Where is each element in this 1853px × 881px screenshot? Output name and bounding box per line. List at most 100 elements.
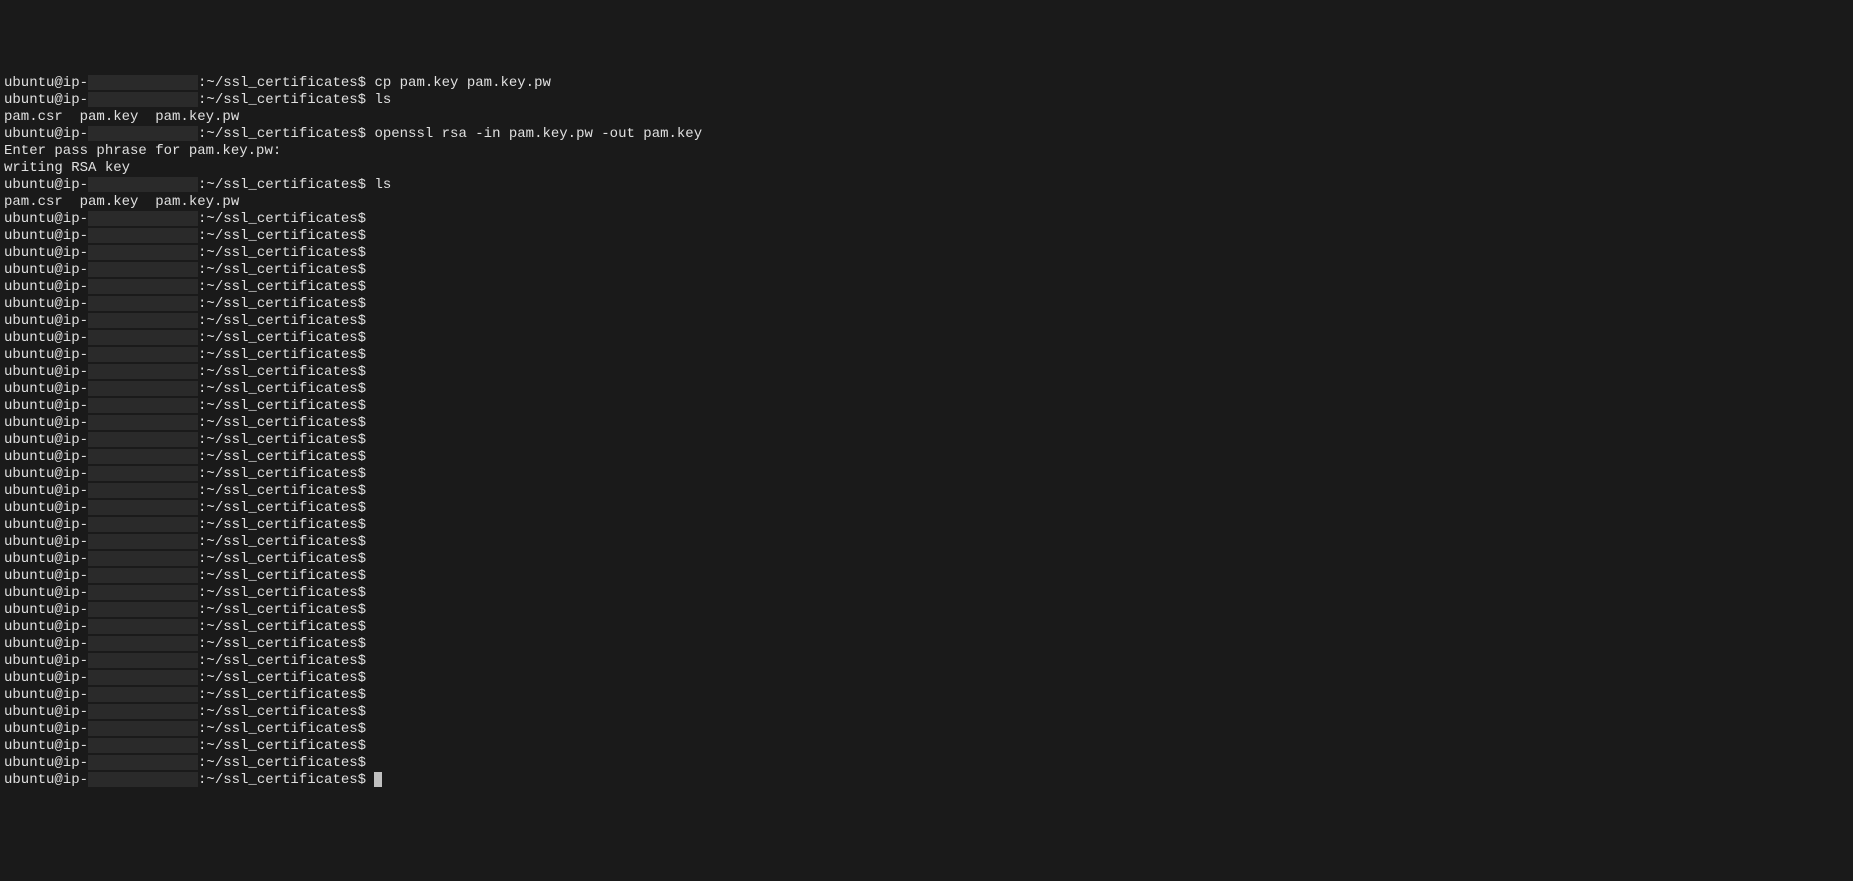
prompt-redacted-ip: [88, 517, 198, 532]
terminal-line: ubuntu@ip- :~/ssl_certificates$: [4, 653, 1849, 670]
prompt-redacted-ip: [88, 687, 198, 702]
prompt-redacted-ip: [88, 568, 198, 583]
terminal-line: ubuntu@ip- :~/ssl_certificates$: [4, 262, 1849, 279]
terminal-line: ubuntu@ip- :~/ssl_certificates$: [4, 704, 1849, 721]
terminal-line: ubuntu@ip- :~/ssl_certificates$ ls: [4, 92, 1849, 109]
prompt-user-host: ubuntu@ip-: [4, 738, 88, 754]
prompt-path: :~/ssl_certificates$: [198, 585, 366, 601]
terminal-line: ubuntu@ip- :~/ssl_certificates$: [4, 449, 1849, 466]
prompt-user-host: ubuntu@ip-: [4, 211, 88, 227]
prompt-user-host: ubuntu@ip-: [4, 245, 88, 261]
prompt-redacted-ip: [88, 228, 198, 243]
prompt-path: :~/ssl_certificates$: [198, 568, 366, 584]
prompt-user-host: ubuntu@ip-: [4, 517, 88, 533]
prompt-redacted-ip: [88, 704, 198, 719]
prompt-user-host: ubuntu@ip-: [4, 398, 88, 414]
prompt-redacted-ip: [88, 75, 198, 90]
terminal-line: ubuntu@ip- :~/ssl_certificates$: [4, 228, 1849, 245]
terminal-line: ubuntu@ip- :~/ssl_certificates$: [4, 313, 1849, 330]
prompt-redacted-ip: [88, 721, 198, 736]
prompt-path: :~/ssl_certificates$: [198, 330, 366, 346]
prompt-redacted-ip: [88, 653, 198, 668]
prompt-user-host: ubuntu@ip-: [4, 466, 88, 482]
prompt-redacted-ip: [88, 313, 198, 328]
terminal-line: pam.csr pam.key pam.key.pw: [4, 109, 1849, 126]
prompt-user-host: ubuntu@ip-: [4, 670, 88, 686]
prompt-path: :~/ssl_certificates$: [198, 364, 366, 380]
prompt-path: :~/ssl_certificates$: [198, 449, 366, 465]
prompt-path: :~/ssl_certificates$: [198, 126, 366, 142]
cursor: [374, 772, 382, 787]
prompt-user-host: ubuntu@ip-: [4, 432, 88, 448]
prompt-redacted-ip: [88, 279, 198, 294]
terminal-line: ubuntu@ip- :~/ssl_certificates$: [4, 398, 1849, 415]
terminal-line: ubuntu@ip- :~/ssl_certificates$: [4, 721, 1849, 738]
prompt-path: :~/ssl_certificates$: [198, 347, 366, 363]
terminal-line: ubuntu@ip- :~/ssl_certificates$: [4, 738, 1849, 755]
terminal-line: ubuntu@ip- :~/ssl_certificates$: [4, 432, 1849, 449]
terminal-line: ubuntu@ip- :~/ssl_certificates$: [4, 517, 1849, 534]
prompt-path: :~/ssl_certificates$: [198, 517, 366, 533]
output-text: pam.csr pam.key pam.key.pw: [4, 194, 239, 210]
prompt-path: :~/ssl_certificates$: [198, 772, 366, 788]
prompt-redacted-ip: [88, 466, 198, 481]
prompt-path: :~/ssl_certificates$: [198, 551, 366, 567]
prompt-redacted-ip: [88, 551, 198, 566]
prompt-user-host: ubuntu@ip-: [4, 381, 88, 397]
prompt-user-host: ubuntu@ip-: [4, 415, 88, 431]
terminal-line: ubuntu@ip- :~/ssl_certificates$: [4, 347, 1849, 364]
command-text: cp pam.key pam.key.pw: [366, 75, 551, 91]
command-text: ls: [366, 177, 391, 193]
prompt-path: :~/ssl_certificates$: [198, 415, 366, 431]
prompt-path: :~/ssl_certificates$: [198, 721, 366, 737]
prompt-path: :~/ssl_certificates$: [198, 228, 366, 244]
prompt-redacted-ip: [88, 126, 198, 141]
prompt-path: :~/ssl_certificates$: [198, 755, 366, 771]
prompt-redacted-ip: [88, 483, 198, 498]
prompt-user-host: ubuntu@ip-: [4, 364, 88, 380]
prompt-user-host: ubuntu@ip-: [4, 755, 88, 771]
prompt-user-host: ubuntu@ip-: [4, 126, 88, 142]
prompt-user-host: ubuntu@ip-: [4, 568, 88, 584]
prompt-path: :~/ssl_certificates$: [198, 704, 366, 720]
terminal-line: ubuntu@ip- :~/ssl_certificates$: [4, 364, 1849, 381]
terminal-line: pam.csr pam.key pam.key.pw: [4, 194, 1849, 211]
prompt-user-host: ubuntu@ip-: [4, 449, 88, 465]
prompt-path: :~/ssl_certificates$: [198, 670, 366, 686]
prompt-redacted-ip: [88, 585, 198, 600]
prompt-user-host: ubuntu@ip-: [4, 500, 88, 516]
prompt-path: :~/ssl_certificates$: [198, 245, 366, 261]
prompt-redacted-ip: [88, 415, 198, 430]
prompt-user-host: ubuntu@ip-: [4, 636, 88, 652]
prompt-user-host: ubuntu@ip-: [4, 619, 88, 635]
terminal-output[interactable]: ubuntu@ip- :~/ssl_certificates$ cp pam.k…: [4, 75, 1849, 789]
prompt-user-host: ubuntu@ip-: [4, 177, 88, 193]
prompt-user-host: ubuntu@ip-: [4, 313, 88, 329]
prompt-user-host: ubuntu@ip-: [4, 92, 88, 108]
terminal-line: ubuntu@ip- :~/ssl_certificates$: [4, 483, 1849, 500]
prompt-path: :~/ssl_certificates$: [198, 466, 366, 482]
prompt-path: :~/ssl_certificates$: [198, 211, 366, 227]
prompt-user-host: ubuntu@ip-: [4, 602, 88, 618]
prompt-user-host: ubuntu@ip-: [4, 534, 88, 550]
terminal-line: ubuntu@ip- :~/ssl_certificates$: [4, 670, 1849, 687]
prompt-path: :~/ssl_certificates$: [198, 381, 366, 397]
terminal-line: ubuntu@ip- :~/ssl_certificates$: [4, 772, 1849, 789]
prompt-path: :~/ssl_certificates$: [198, 653, 366, 669]
prompt-redacted-ip: [88, 772, 198, 787]
prompt-redacted-ip: [88, 330, 198, 345]
prompt-user-host: ubuntu@ip-: [4, 228, 88, 244]
prompt-user-host: ubuntu@ip-: [4, 75, 88, 91]
output-text: Enter pass phrase for pam.key.pw:: [4, 143, 281, 159]
prompt-path: :~/ssl_certificates$: [198, 75, 366, 91]
terminal-line: ubuntu@ip- :~/ssl_certificates$: [4, 381, 1849, 398]
terminal-line: ubuntu@ip- :~/ssl_certificates$ openssl …: [4, 126, 1849, 143]
terminal-line: ubuntu@ip- :~/ssl_certificates$: [4, 568, 1849, 585]
prompt-redacted-ip: [88, 245, 198, 260]
command-text: openssl rsa -in pam.key.pw -out pam.key: [366, 126, 702, 142]
terminal-line: ubuntu@ip- :~/ssl_certificates$: [4, 687, 1849, 704]
prompt-redacted-ip: [88, 92, 198, 107]
prompt-redacted-ip: [88, 636, 198, 651]
prompt-path: :~/ssl_certificates$: [198, 534, 366, 550]
prompt-path: :~/ssl_certificates$: [198, 687, 366, 703]
